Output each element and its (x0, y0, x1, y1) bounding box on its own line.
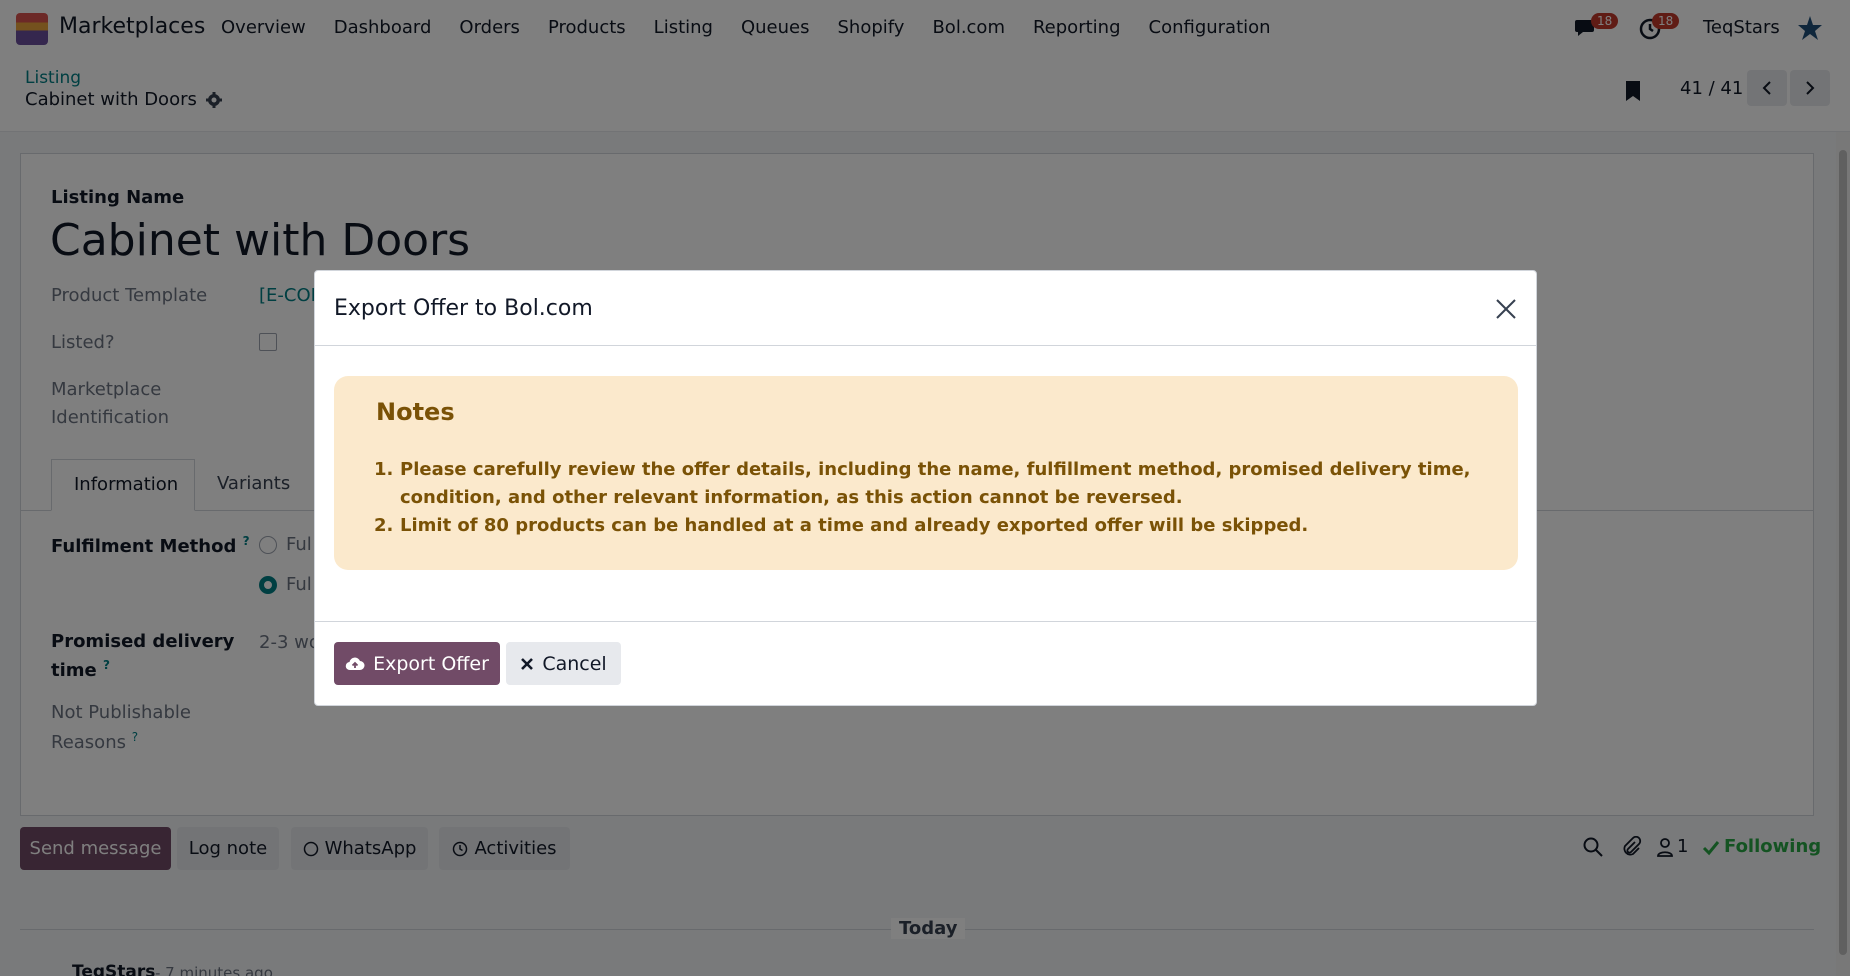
export-offer-label: Export Offer (373, 652, 489, 675)
notes-item-number: 1. (374, 459, 394, 480)
notes-item-text: Please carefully review the offer detail… (400, 459, 1471, 508)
cancel-button[interactable]: Cancel (506, 642, 621, 685)
notes-item-number: 2. (374, 515, 394, 536)
cancel-label: Cancel (542, 652, 607, 675)
export-offer-dialog: Export Offer to Bol.com Notes 1. Please … (314, 270, 1537, 706)
x-icon (521, 657, 534, 670)
page: Marketplaces Overview Dashboard Orders P… (0, 0, 1850, 976)
notes-item: 2. Limit of 80 products can be handled a… (374, 512, 1494, 540)
notes-item-text: Limit of 80 products can be handled at a… (400, 515, 1309, 536)
export-offer-button[interactable]: Export Offer (334, 642, 500, 685)
notes-list: 1. Please carefully review the offer det… (374, 456, 1494, 540)
notes-alert: Notes 1. Please carefully review the off… (334, 376, 1518, 570)
dialog-title: Export Offer to Bol.com (334, 296, 593, 321)
notes-title: Notes (376, 398, 455, 426)
cloud-upload-icon (345, 657, 365, 670)
dialog-footer: Export Offer Cancel (315, 621, 1536, 707)
dialog-header: Export Offer to Bol.com (315, 271, 1536, 346)
close-icon[interactable] (1494, 297, 1518, 321)
notes-item: 1. Please carefully review the offer det… (374, 456, 1494, 512)
